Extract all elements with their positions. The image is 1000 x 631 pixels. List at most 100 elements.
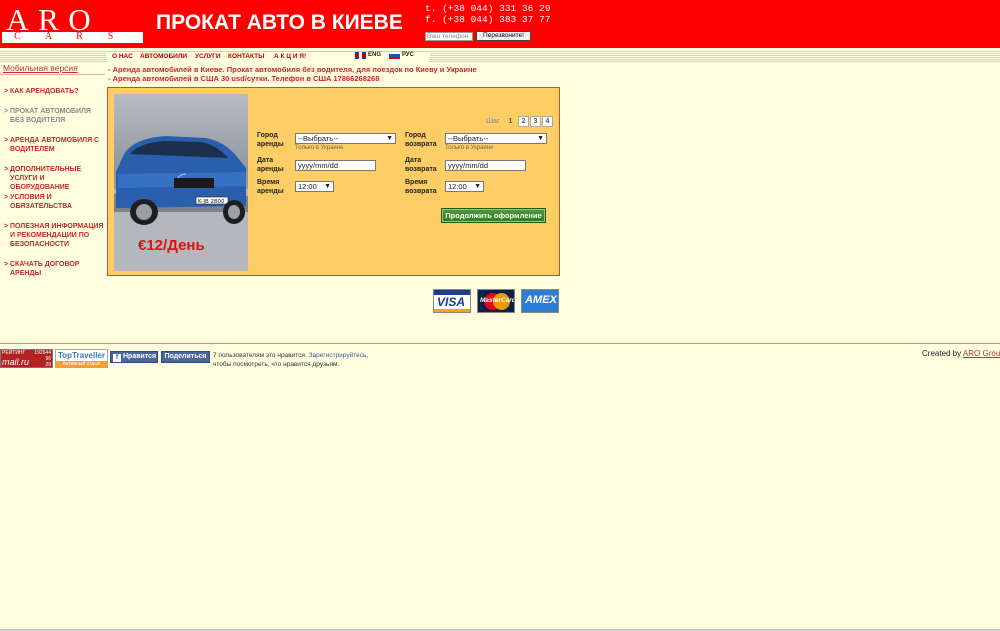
toptraveller-logo: TopTraveller bbox=[58, 351, 105, 360]
chevron-right-icon: > bbox=[4, 223, 9, 230]
facebook-share-button[interactable]: Поделиться bbox=[161, 351, 210, 363]
phone-1: t. (+38 044) 331 36 29 bbox=[425, 3, 551, 14]
return-time-label: Время возврата bbox=[405, 179, 437, 195]
facebook-like-text: 7 пользователям это нравится. Зарегистри… bbox=[213, 351, 368, 369]
nav-cars[interactable]: АВТОМОБИЛИ bbox=[140, 53, 187, 60]
return-time-select[interactable]: 12:00 ▼ bbox=[445, 181, 484, 192]
booking-panel: K-JB 2800 €12/День Шаг 1 2 3 4 Город аре… bbox=[107, 87, 560, 276]
aro-cars-logo[interactable]: ARO CARS bbox=[2, 2, 143, 44]
logo-subtitle: CARS bbox=[2, 31, 143, 42]
pickup-city-select[interactable]: --Выбрать-- ▼ bbox=[295, 133, 396, 144]
amex-label: AMEX bbox=[525, 294, 557, 306]
pickup-time-label: Время аренды bbox=[257, 179, 284, 195]
info-line-kiev: - Аренда автомобилей в Киеве. Прокат авт… bbox=[108, 65, 477, 74]
pickup-city-hint: Только в Украине bbox=[295, 145, 344, 151]
return-city-value: --Выбрать-- bbox=[448, 134, 489, 143]
nav-about[interactable]: О НАС bbox=[112, 53, 133, 60]
logo-letter: C bbox=[14, 31, 21, 42]
mailru-counter[interactable]: РЕЙТИНГ 192644 mail.ru 96 29 bbox=[0, 349, 53, 368]
phone-numbers: t. (+38 044) 331 36 29 f. (+38 044) 383 … bbox=[425, 3, 550, 25]
sidebar-item-no-driver[interactable]: > ПРОКАТ АВТОМОБИЛЯ БЕЗ ВОДИТЕЛЯ bbox=[4, 107, 104, 125]
nav-promo[interactable]: А К Ц И Я! bbox=[274, 53, 306, 60]
logo-letter: R bbox=[76, 31, 83, 42]
step-4[interactable]: 4 bbox=[542, 116, 553, 127]
logo-letter: S bbox=[107, 31, 114, 42]
ru-flag-icon bbox=[389, 52, 400, 59]
car-photo: K-JB 2800 €12/День bbox=[114, 94, 248, 271]
lang-english[interactable]: ENG bbox=[355, 52, 381, 61]
fb-count-text: 7 пользователям это нравится. bbox=[213, 352, 307, 359]
aro-group-link[interactable]: ARO Group bbox=[963, 349, 1000, 358]
mailru-sub-2: 29 bbox=[45, 362, 51, 368]
chevron-right-icon: > bbox=[4, 137, 9, 144]
return-date-input[interactable]: yyyy/mm/dd bbox=[445, 160, 526, 171]
mastercard-label: MasterCard bbox=[480, 297, 515, 304]
return-city-label: Город возврата bbox=[405, 132, 437, 148]
sidebar-item-label: КАК АРЕНДОВАТЬ? bbox=[10, 88, 79, 95]
fb-register-link[interactable]: Зарегистрируйтесь, bbox=[309, 352, 369, 359]
sidebar-item-label: ПОЛЕЗНАЯ ИНФОРМАЦИЯ И РЕКОМЕНДАЦИИ ПО БЕ… bbox=[10, 223, 104, 248]
sidebar-item-extras[interactable]: > ДОПОЛНИТЕЛЬНЫЕ УСЛУГИ И ОБОРУДОВАНИЕ bbox=[4, 165, 104, 192]
lang-ru-label: РУС bbox=[402, 52, 414, 58]
mailru-rating-label: РЕЙТИНГ bbox=[2, 350, 26, 356]
price-per-day: €12/День bbox=[138, 237, 205, 254]
nav-services[interactable]: УСЛУГИ bbox=[195, 53, 221, 60]
uk-flag-icon bbox=[355, 52, 366, 59]
pickup-time-value: 12:00 bbox=[298, 182, 317, 191]
sidebar-item-label: АРЕНДА АВТОМОБИЛЯ С ВОДИТЕЛЕМ bbox=[10, 137, 100, 153]
lang-russian[interactable]: РУС bbox=[389, 52, 414, 61]
chevron-right-icon: > bbox=[4, 261, 9, 268]
return-city-hint: Только в Украине bbox=[445, 145, 494, 151]
toptraveller-sub: Активный отдых bbox=[56, 361, 107, 368]
step-3[interactable]: 3 bbox=[530, 116, 541, 127]
sidebar-item-with-driver[interactable]: > АРЕНДА АВТОМОБИЛЯ С ВОДИТЕЛЕМ bbox=[4, 136, 104, 154]
mailru-sub-counts: 96 29 bbox=[45, 356, 51, 368]
pickup-city-label: Город аренды bbox=[257, 132, 284, 148]
return-city-select[interactable]: --Выбрать-- ▼ bbox=[445, 133, 547, 144]
continue-booking-button[interactable]: Продолжить оформление bbox=[441, 208, 546, 223]
lang-en-label: ENG bbox=[368, 52, 382, 58]
mobile-version-link[interactable]: Мобильная версия bbox=[3, 63, 78, 73]
main-nav: О НАС АВТОМОБИЛИ УСЛУГИ КОНТАКТЫ А К Ц И… bbox=[106, 52, 430, 62]
sidebar-item-safety[interactable]: > ПОЛЕЗНАЯ ИНФОРМАЦИЯ И РЕКОМЕНДАЦИИ ПО Б… bbox=[4, 222, 104, 249]
pickup-city-value: --Выбрать-- bbox=[298, 134, 339, 143]
sidebar-item-how-to-rent[interactable]: > КАК АРЕНДОВАТЬ? bbox=[4, 87, 104, 96]
credit: Created by ARO Group bbox=[922, 349, 1000, 358]
amex-card-icon: AMEX bbox=[521, 289, 559, 313]
step-1: 1 bbox=[508, 118, 513, 125]
pickup-time-select[interactable]: 12:00 ▼ bbox=[295, 181, 334, 192]
callback-button[interactable]: Перезвоните! bbox=[476, 31, 531, 41]
sidebar-item-label: ДОПОЛНИТЕЛЬНЫЕ УСЛУГИ И ОБОРУДОВАНИЕ bbox=[10, 166, 82, 191]
site-header: ARO CARS ПРОКАТ АВТО В КИЕВЕ t. (+38 044… bbox=[0, 0, 1000, 48]
pickup-date-label: Дата аренды bbox=[257, 157, 284, 173]
step-2[interactable]: 2 bbox=[518, 116, 529, 127]
fb-text-line2: чтобы посмотреть, что нравится друзьям. bbox=[213, 361, 340, 368]
credit-prefix: Created by bbox=[922, 349, 962, 358]
sidebar-item-terms[interactable]: > УСЛОВИЯ И ОБЯЗАТЕЛЬСТВА bbox=[4, 193, 104, 211]
return-date-label: Дата возврата bbox=[405, 157, 437, 173]
mailru-logo: mail.ru bbox=[2, 357, 30, 367]
return-time-value: 12:00 bbox=[448, 182, 467, 191]
chevron-down-icon: ▼ bbox=[537, 135, 544, 142]
sidebar-item-contract[interactable]: > СКАЧАТЬ ДОГОВОР АРЕНДЫ bbox=[4, 260, 104, 278]
chevron-right-icon: > bbox=[4, 194, 9, 201]
step-label: Шаг bbox=[486, 118, 500, 125]
toptraveller-badge[interactable]: TopTraveller Активный отдых bbox=[55, 349, 108, 368]
visa-card-icon: VISA bbox=[433, 289, 471, 313]
nav-contacts[interactable]: КОНТАКТЫ bbox=[228, 53, 264, 60]
facebook-icon: f bbox=[113, 354, 121, 362]
license-plate: K-JB 2800 bbox=[198, 199, 225, 205]
site-title: ПРОКАТ АВТО В КИЕВЕ bbox=[156, 11, 403, 34]
callback-phone-input[interactable]: Ваш телефон bbox=[425, 32, 473, 41]
chevron-right-icon: > bbox=[4, 88, 9, 95]
sidebar-divider bbox=[0, 74, 105, 75]
mastercard-icon: MasterCard bbox=[477, 289, 515, 313]
info-line-usa: - Аренда автомобилей в США 30 usd/сутки.… bbox=[108, 74, 380, 83]
logo-letter: A bbox=[44, 31, 53, 42]
pickup-date-input[interactable]: yyyy/mm/dd bbox=[295, 160, 376, 171]
facebook-like-button[interactable]: f Нравится bbox=[110, 351, 158, 363]
chevron-right-icon: > bbox=[4, 108, 9, 115]
chevron-right-icon: > bbox=[4, 166, 9, 173]
visa-label: VISA bbox=[437, 295, 466, 309]
sidebar-item-label: ПРОКАТ АВТОМОБИЛЯ БЕЗ ВОДИТЕЛЯ bbox=[10, 108, 91, 124]
